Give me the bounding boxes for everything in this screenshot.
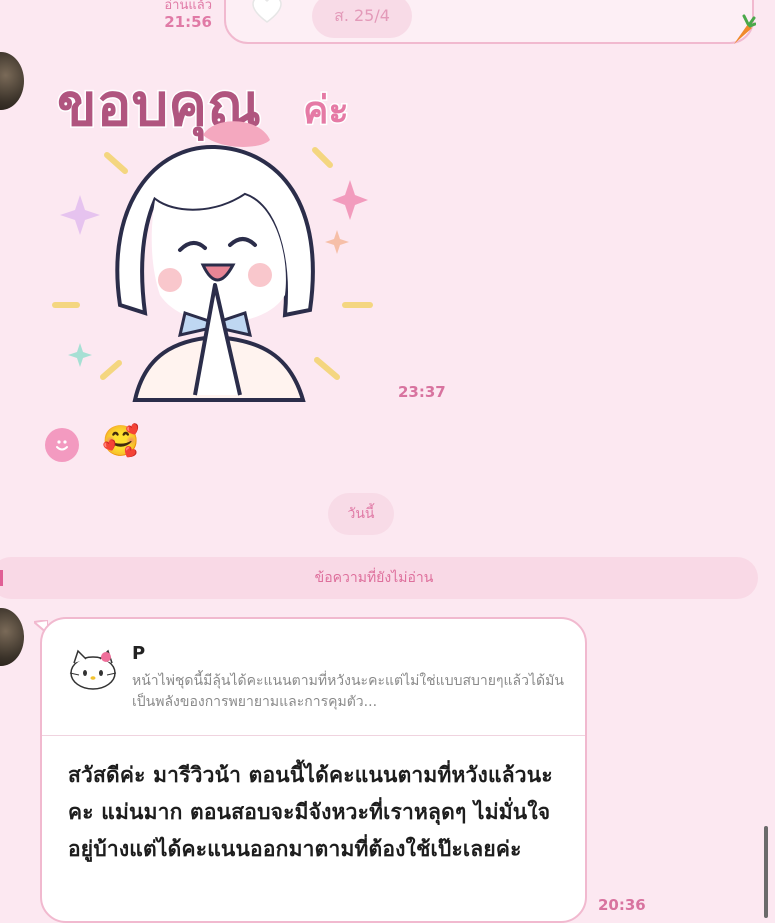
reply-message-bubble[interactable]: P หน้าไพ่ชุดนี้มีลุ้นได้คะแนนตามที่หวังน… [40, 617, 587, 923]
read-status: อ่านแล้ว 21:56 [150, 0, 212, 31]
sticker-text-suffix: ค่ะ [303, 88, 349, 132]
quoted-sender-name: P [132, 643, 146, 664]
quoted-message[interactable]: P หน้าไพ่ชุดนี้มีลุ้นได้คะแนนตามที่หวังน… [42, 619, 585, 736]
message-time: 21:56 [164, 13, 212, 31]
heart-icon[interactable] [252, 0, 282, 31]
unread-label: ข้อความที่ยังไม่อ่าน [314, 570, 434, 586]
message-time: 23:37 [398, 383, 446, 401]
quoted-text: หน้าไพ่ชุดนี้มีลุ้นได้คะแนนตามที่หวังนะค… [132, 673, 564, 710]
message-text: สวัสดีค่ะ มารีวิวน้า ตอนนี้ได้คะแนนตามที… [68, 763, 553, 861]
scrollbar[interactable] [764, 826, 768, 918]
unread-separator: ข้อความที่ยังไม่อ่าน [0, 557, 758, 599]
reaction-button[interactable] [45, 428, 79, 462]
previous-message-bubble[interactable] [224, 0, 754, 44]
carrot-icon [728, 14, 757, 46]
avatar[interactable] [0, 608, 24, 666]
avatar[interactable] [0, 52, 24, 110]
unread-marker [0, 570, 3, 586]
date-pill: ส. 25/4 [312, 0, 412, 38]
sticker-image[interactable]: ขอบคุณ ค่ะ [45, 55, 385, 405]
read-label: อ่านแล้ว [164, 0, 212, 13]
reaction-button-icon [56, 440, 68, 451]
reaction-emoji[interactable]: 🥰 [102, 424, 139, 459]
today-separator: วันนี้ [328, 493, 394, 535]
message-time: 20:36 [598, 896, 646, 914]
hello-kitty-avatar-icon [69, 649, 117, 690]
